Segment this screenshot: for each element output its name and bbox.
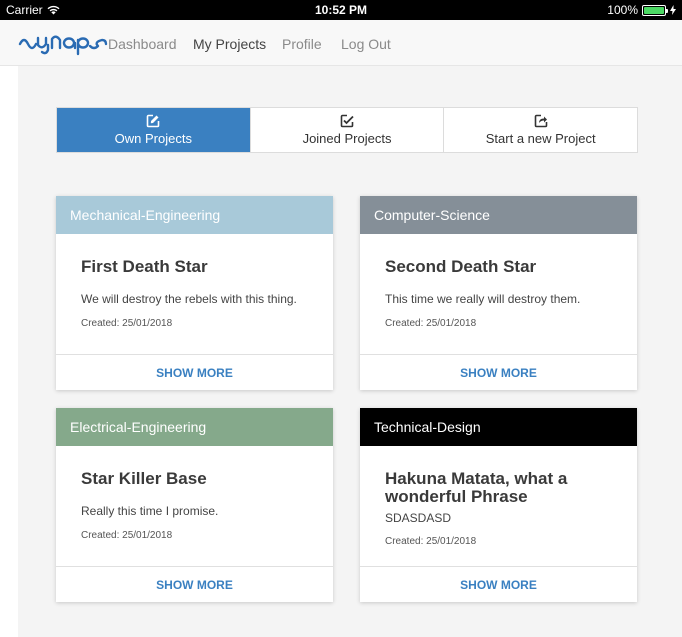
tab-own-projects[interactable]: Own Projects (57, 108, 250, 152)
tab-joined-projects[interactable]: Joined Projects (249, 108, 444, 152)
show-more-button[interactable]: SHOW MORE (460, 366, 537, 380)
nav-my-projects-link[interactable]: My Projects (193, 36, 266, 52)
project-created-date: Created: 25/01/2018 (385, 318, 477, 329)
main-content: Own Projects Joined Projects Start a new… (18, 66, 682, 637)
category-header: Mechanical-Engineering (56, 196, 333, 234)
tab-new-project-label: Start a new Project (485, 131, 596, 146)
clock: 10:52 PM (314, 3, 368, 17)
project-title: Second Death Star (385, 257, 537, 276)
show-more-button[interactable]: SHOW MORE (460, 578, 537, 592)
check-edit-icon (340, 114, 354, 128)
category-label: Mechanical-Engineering (70, 207, 221, 223)
top-navbar: Dashboard My Projects Profile Log Out (0, 20, 682, 66)
card-body: Second Death Star This time we really wi… (360, 234, 637, 354)
project-title: Hakuna Matata, what a wonderful Phrase (385, 469, 568, 506)
edit-icon (147, 114, 160, 128)
nav-profile-link[interactable]: Profile (282, 36, 322, 52)
project-description: We will destroy the rebels with this thi… (81, 292, 297, 306)
show-more-button[interactable]: SHOW MORE (156, 366, 233, 380)
card-footer: SHOW MORE (56, 566, 333, 602)
category-header: Computer-Science (360, 196, 637, 234)
show-more-button[interactable]: SHOW MORE (156, 578, 233, 592)
card-body: Hakuna Matata, what a wonderful Phrase S… (360, 446, 637, 566)
project-tabs: Own Projects Joined Projects Start a new… (56, 107, 638, 153)
category-header: Technical-Design (360, 408, 637, 446)
battery-percent: 100% (607, 3, 638, 17)
card-footer: SHOW MORE (360, 566, 637, 602)
card-body: First Death Star We will destroy the reb… (56, 234, 333, 354)
tab-joined-projects-label: Joined Projects (302, 131, 392, 146)
nav-dashboard-link[interactable]: Dashboard (108, 36, 177, 52)
card-footer: SHOW MORE (56, 354, 333, 390)
category-header: Electrical-Engineering (56, 408, 333, 446)
project-created-date: Created: 25/01/2018 (81, 530, 173, 541)
category-label: Electrical-Engineering (70, 419, 207, 435)
charging-icon (670, 5, 676, 15)
project-description: Really this time I promise. (81, 504, 219, 518)
project-description: This time we really will destroy them. (385, 292, 581, 306)
status-bar: Carrier 10:52 PM 100% (0, 0, 682, 20)
synaps-logo[interactable] (18, 30, 108, 56)
category-label: Technical-Design (374, 419, 481, 435)
project-description: SDASDASD (385, 511, 452, 525)
project-card: Electrical-Engineering Star Killer Base … (56, 408, 333, 602)
category-label: Computer-Science (374, 207, 490, 223)
project-title: Star Killer Base (81, 469, 207, 488)
project-card: Technical-Design Hakuna Matata, what a w… (360, 408, 637, 602)
share-icon (534, 114, 547, 128)
card-body: Star Killer Base Really this time I prom… (56, 446, 333, 566)
project-created-date: Created: 25/01/2018 (81, 318, 173, 329)
project-card: Computer-Science Second Death Star This … (360, 196, 637, 390)
nav-logout-link[interactable]: Log Out (341, 36, 391, 52)
tab-new-project[interactable]: Start a new Project (443, 108, 637, 152)
tab-own-projects-label: Own Projects (114, 131, 192, 146)
card-footer: SHOW MORE (360, 354, 637, 390)
battery-icon (642, 4, 668, 16)
project-title: First Death Star (81, 257, 208, 276)
battery-indicator: 100% (607, 3, 676, 17)
project-created-date: Created: 25/01/2018 (385, 536, 477, 547)
project-card: Mechanical-Engineering First Death Star … (56, 196, 333, 390)
